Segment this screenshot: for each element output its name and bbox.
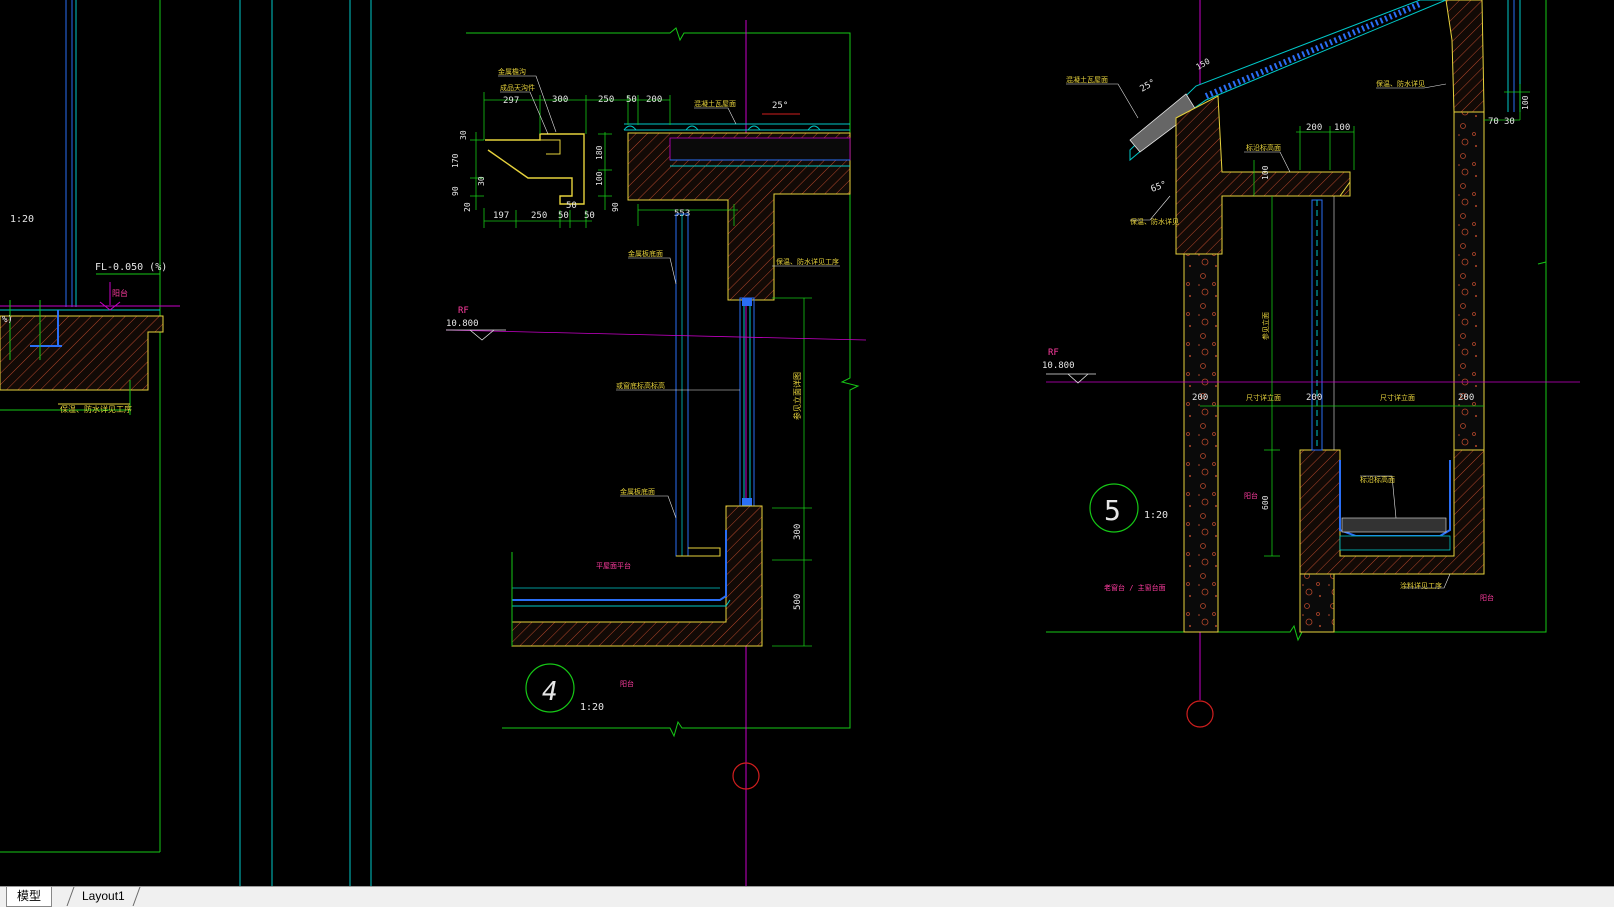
d4-pink-ground: 平屋面平台 bbox=[596, 561, 631, 570]
d4-dim-297: 297 bbox=[503, 96, 519, 106]
d4-dim-top-1: 250 bbox=[598, 95, 614, 105]
d5-dim-8: 30 bbox=[1504, 117, 1515, 127]
d4-side-2: 90 bbox=[451, 186, 460, 196]
d5-dim-9: 100 bbox=[1521, 95, 1530, 110]
d5-label-bottom: 涂料详见工序 bbox=[1400, 581, 1442, 590]
d5-dim-6: 600 bbox=[1261, 495, 1270, 510]
d5-dim-2: 100 bbox=[1261, 165, 1270, 180]
d5-label-insul: 保温、防水详见 bbox=[1376, 79, 1425, 88]
detail-4: 300 250 50 200 297 197 250 50 50 50 553 … bbox=[445, 20, 867, 886]
d5-dim-5: 200 bbox=[1458, 393, 1474, 403]
d5-label-roof: 混凝土瓦屋面 bbox=[1066, 75, 1108, 84]
d5-pink-left: 阳台 bbox=[1244, 491, 1258, 500]
d4-label-insul: 保温、防水详见工序 bbox=[776, 257, 839, 266]
layout-tab-bar: 模型 Layout1 bbox=[0, 886, 1614, 907]
d4-side-7: 90 bbox=[611, 202, 620, 212]
d5-dim-4: 200 bbox=[1306, 393, 1322, 403]
d4-angle: 25° bbox=[772, 101, 788, 111]
left-scale: 1:20 bbox=[10, 214, 34, 225]
d5-angle-1: 65° bbox=[1150, 180, 1169, 195]
d4-side-6: 100 bbox=[595, 171, 604, 186]
d4-dim-bottom-2: 50 bbox=[558, 211, 569, 221]
d5-dim-1: 100 bbox=[1334, 123, 1350, 133]
d5-dim-3: 200 bbox=[1192, 393, 1208, 403]
d5-label-vertical: 参见立面 bbox=[1261, 312, 1270, 340]
d4-side-5: 180 bbox=[595, 145, 604, 160]
d4-side-3: 20 bbox=[463, 202, 472, 212]
d5-dim-0: 200 bbox=[1306, 123, 1322, 133]
d4-label-tile: 混凝土瓦屋面 bbox=[694, 99, 736, 108]
d4-side-0: 30 bbox=[459, 130, 468, 140]
d5-label-gutter: 标沿标高面 bbox=[1360, 475, 1395, 484]
left-partial-detail: 1:20 FL-0.050 (%) 阳台 %) 保温、防水详见工序 bbox=[0, 0, 180, 853]
d4-dim-top-2: 50 bbox=[626, 95, 637, 105]
d4-side-1: 170 bbox=[451, 153, 460, 168]
left-yellow-note: 保温、防水详见工序 bbox=[60, 404, 132, 414]
d4-label-gutter2: 成品天沟件 bbox=[500, 83, 535, 92]
left-level: FL-0.050 (%) bbox=[95, 262, 167, 273]
d4-pink-bottom: 阳台 bbox=[620, 679, 634, 688]
d4-vertical-note: 参见立面详图 bbox=[792, 372, 802, 420]
d5-label-insul-left: 保温、防水详见 bbox=[1130, 217, 1179, 226]
roof-tiles bbox=[623, 123, 850, 131]
column-lines bbox=[239, 0, 372, 886]
d4-label-gutter: 金属檐沟 bbox=[498, 67, 526, 76]
d4-label-wall: 金属板底面 bbox=[620, 487, 655, 496]
d4-label-panel: 金属板底面 bbox=[628, 249, 663, 258]
d5-level-tag: RF bbox=[1048, 348, 1059, 358]
tab-layout1[interactable]: Layout1 bbox=[72, 887, 135, 906]
detail5-scale: 1:20 bbox=[1144, 510, 1168, 521]
left-pink-note: 阳台 bbox=[112, 288, 128, 298]
d4-dim-50: 50 bbox=[566, 201, 577, 211]
d4-dim-top-0: 300 bbox=[552, 95, 568, 105]
d4-dim-right-0: 300 bbox=[793, 524, 803, 540]
d5-dim-7: 70 bbox=[1488, 117, 1499, 127]
detail5-number: 5 bbox=[1104, 494, 1121, 527]
d5-level: 10.800 bbox=[1042, 361, 1075, 371]
detail-5: 200 100 200 200 200 70 30 100 600 100 15… bbox=[1042, 0, 1580, 728]
d4-dim-bottom-3: 50 bbox=[584, 211, 595, 221]
d4-dim-bottom-1: 250 bbox=[531, 211, 547, 221]
detail4-number: 4 bbox=[542, 677, 558, 707]
d4-level-tag: RF bbox=[458, 306, 469, 316]
d5-label-size-left: 尺寸详立面 bbox=[1246, 393, 1281, 402]
d5-label-size-right: 尺寸详立面 bbox=[1380, 393, 1415, 402]
cad-drawing-canvas[interactable]: 1:20 FL-0.050 (%) 阳台 %) 保温、防水详见工序 300 25… bbox=[0, 0, 1614, 886]
d5-pink-note: 老窗台 / 主窗台面 bbox=[1104, 583, 1166, 592]
d4-dim-bottom-0: 197 bbox=[493, 211, 509, 221]
d5-pink-right: 阳台 bbox=[1480, 593, 1494, 602]
detail5-axis-bubble bbox=[1186, 700, 1214, 728]
d5-angle-0: 25° bbox=[1139, 78, 1158, 95]
d4-dim-right-1: 500 bbox=[793, 594, 803, 610]
d5-label-ledge: 标沿标高面 bbox=[1246, 143, 1281, 152]
detail4-scale: 1:20 bbox=[580, 702, 604, 713]
tab-model[interactable]: 模型 bbox=[6, 887, 53, 907]
d4-label-window: 或窗底标高标高 bbox=[616, 381, 665, 390]
d4-dim-top-3: 200 bbox=[646, 95, 662, 105]
left-note: %) bbox=[2, 315, 13, 325]
d4-level: 10.800 bbox=[446, 319, 479, 329]
d5-dim-10: 150 bbox=[1195, 57, 1212, 72]
d4-side-4: 30 bbox=[477, 176, 486, 186]
